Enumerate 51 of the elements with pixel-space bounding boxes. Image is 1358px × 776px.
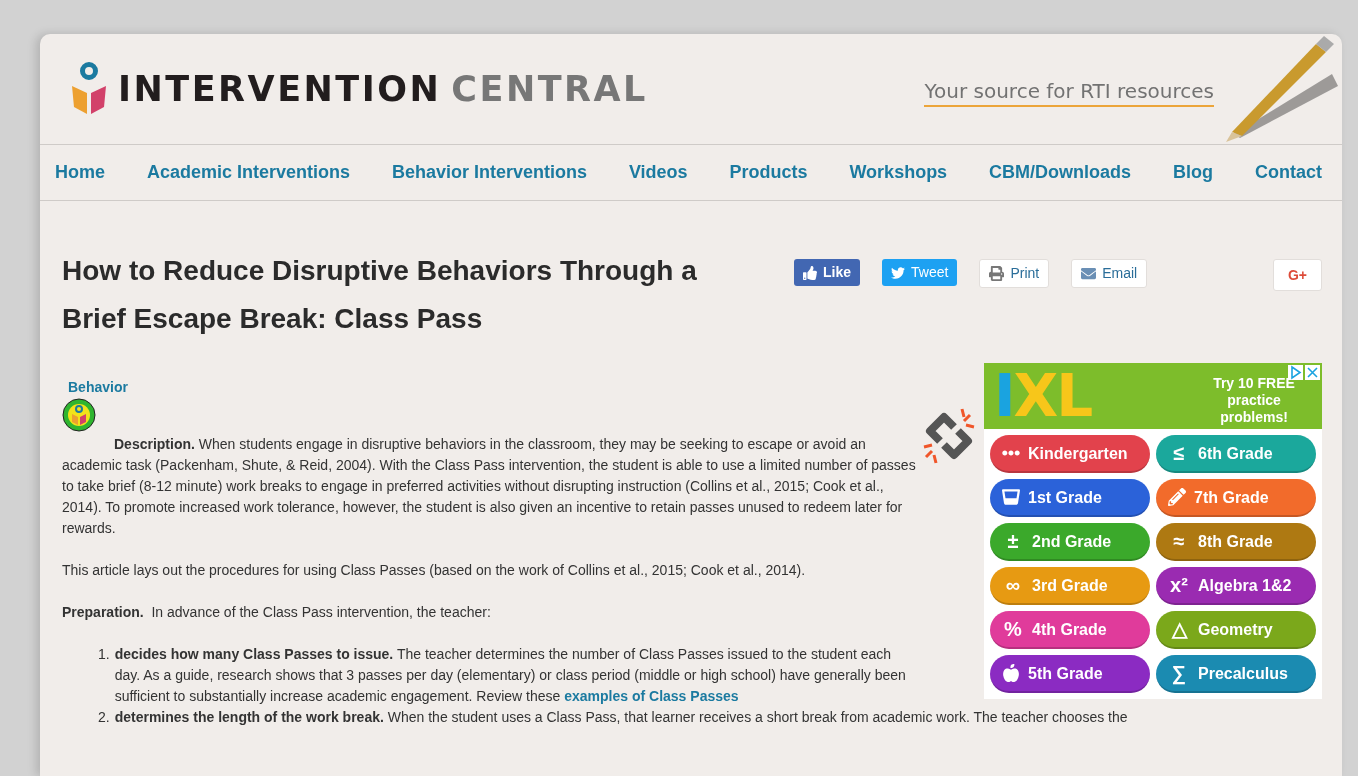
nav-link[interactable]: Workshops [849, 162, 948, 183]
step-number: 2. [98, 708, 110, 727]
grade-icon [1002, 488, 1020, 506]
printer-icon [989, 266, 1005, 281]
grade-icon [1002, 664, 1020, 682]
grade-button[interactable]: x² Algebra 1&2 [1156, 567, 1316, 605]
grade-button[interactable]: 1st Grade [990, 479, 1150, 517]
share-button[interactable]: Tweet [882, 259, 958, 286]
close-icon[interactable] [1305, 365, 1320, 380]
examples-link[interactable]: examples of Class Passes [564, 688, 739, 704]
grade-button[interactable]: ≈ 8th Grade [1156, 523, 1316, 561]
step-number: 1. [98, 645, 110, 664]
nav-link[interactable]: Blog [1173, 162, 1213, 183]
badge-icon [62, 398, 96, 432]
preparation-paragraph: Preparation. In advance of the Class Pass intervention, the teacher: [62, 603, 492, 622]
share-button[interactable]: Like [794, 259, 860, 286]
grade-button[interactable]: 5th Grade [990, 655, 1150, 693]
description-paragraph: Description. When students engage in disruptive behaviors in the classroom, they may be seeking to escape or avoid an academic task (Packenham, Shute, & Reid, 2004). With the Class Pass intervention, the student is able to use a limited number of passes to take brief (8-12 minute) work breaks to engage in preferred activities without disrupting instruction (Collins et al., 2015; Cook et al., 2014). To promote increased work tolerance, however, the student is also given an incentive to retain passes unused to redeem later for rewards. [62, 435, 917, 538]
nav-link[interactable]: Home [55, 162, 105, 183]
logo-text: CENTRAL [451, 69, 648, 109]
logo-text: INTERVENTION [118, 69, 442, 109]
grade-button[interactable]: ± 2nd Grade [990, 523, 1150, 561]
step-text: decides how many Class Passes to issue. The teacher determines the number of Class Passes issued to the student each day. As a guide, research shows that 3 passes per day (elementary) or class period (middle or high school) have generally been sufficient to substantially increase academic engagement. Review these examples of Class Passes [114, 645, 907, 706]
envelope-icon [1081, 266, 1097, 281]
nav-link[interactable]: Products [729, 162, 808, 183]
nav-link[interactable]: Academic Interventions [146, 162, 350, 183]
grade-button[interactable]: 7th Grade [1156, 479, 1316, 517]
step-text: determines the length of the work break. When the student uses a Class Pass, that learner receives a short break from academic work. The teacher chooses the [114, 708, 1128, 727]
grade-button[interactable]: ∞ 3rd Grade [990, 567, 1150, 605]
category-link[interactable]: Behavior [68, 377, 128, 398]
grade-button[interactable]: % 4th Grade [990, 611, 1150, 649]
tagline: Your source for RTI resources [924, 79, 1214, 107]
grade-button[interactable]: ≤ 6th Grade [1156, 435, 1316, 473]
share-button[interactable]: G+ [1272, 259, 1322, 291]
grade-icon [1168, 488, 1186, 506]
share-button[interactable]: Email [1071, 259, 1148, 288]
nav-link[interactable]: Videos [628, 162, 688, 183]
play-icon[interactable] [1288, 365, 1303, 380]
share-button[interactable]: Print [979, 259, 1050, 288]
article-title: How to Reduce Disruptive Behaviors Through a Brief Escape Break: Class Pass [62, 254, 698, 336]
nav-link[interactable]: CBM/Downloads [989, 162, 1132, 183]
thumbs-up-icon [803, 265, 817, 280]
logo-icon [70, 62, 108, 116]
intro-paragraph: This article lays out the procedures for using Class Passes (based on the work of Collins et al., 2015; Cook et al., 2014). [62, 561, 807, 580]
grade-button[interactable]: △ Geometry [1156, 611, 1316, 649]
nav-link[interactable]: Behavior Interventions [391, 162, 587, 183]
grade-button[interactable]: Kindergarten [990, 435, 1150, 473]
grade-button[interactable]: ∑ Precalculus [1156, 655, 1316, 693]
bird-icon [891, 265, 905, 280]
nav-link[interactable]: Contact [1254, 162, 1322, 183]
ad-logo: IXL [994, 365, 1092, 427]
